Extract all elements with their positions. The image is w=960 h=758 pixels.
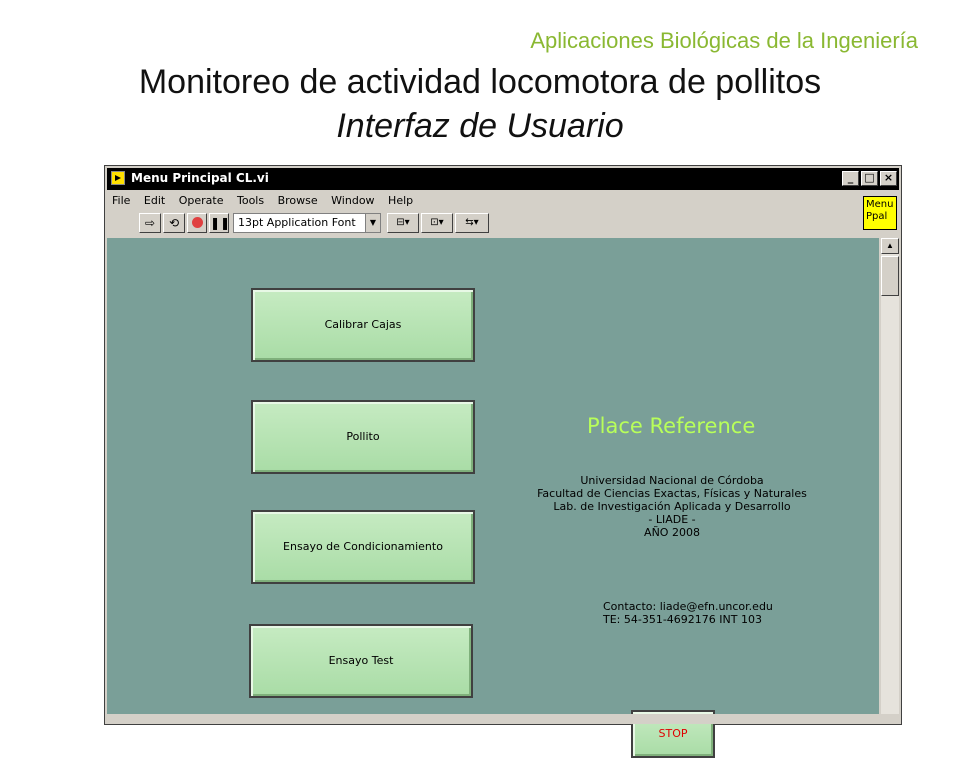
slide-title-line1: Monitoreo de actividad locomotora de pol… [138,63,822,101]
app-window: Menu Principal CL.vi _ □ × File Edit Ope… [104,165,902,758]
slide-title-line2: Interfaz de Usuario [336,107,624,145]
abort-icon[interactable] [187,213,207,233]
menu-file[interactable]: File [112,194,130,207]
contact-info: Contacto: liade@efn.uncor.edu TE: 54-351… [603,600,773,626]
front-panel: Calibrar Cajas Pollito Ensayo de Condici… [107,238,879,758]
menu-bar: File Edit Operate Tools Browse Window He… [107,192,859,210]
info-line: AÑO 2008 [644,526,700,539]
menu-ppal-icon[interactable]: Menu Ppal [863,196,897,230]
menu-edit[interactable]: Edit [144,194,165,207]
info-line: Lab. de Investigación Aplicada y Desarro… [553,500,791,513]
close-button[interactable]: × [880,171,897,186]
place-reference-label: Place Reference [587,414,756,438]
slide-title: Monitoreo de actividad locomotora de pol… [0,60,960,148]
distribute-objects-icon[interactable]: ⊡▾ [421,213,453,233]
minimize-button[interactable]: _ [842,171,859,186]
institution-info: Universidad Nacional de Córdoba Facultad… [527,474,817,539]
info-line: - LIADE - [648,513,696,526]
info-line: Universidad Nacional de Córdoba [580,474,764,487]
align-objects-icon[interactable]: ⊟▾ [387,213,419,233]
info-line: Facultad de Ciencias Exactas, Físicas y … [537,487,807,500]
ensayo-condicionamiento-button[interactable]: Ensayo de Condicionamiento [251,510,475,584]
window-title: Menu Principal CL.vi [131,171,269,185]
horizontal-scrollbar[interactable] [107,714,899,724]
ensayo-test-button[interactable]: Ensayo Test [249,624,473,698]
menu-operate[interactable]: Operate [179,194,224,207]
contact-line: Contacto: liade@efn.uncor.edu [603,600,773,613]
pollito-button[interactable]: Pollito [251,400,475,474]
chevron-down-icon: ▼ [365,214,380,232]
font-select-value: 13pt Application Font [238,216,356,229]
run-continuously-icon[interactable]: ⟲ [163,213,185,233]
reorder-objects-icon[interactable]: ⇆▾ [455,213,489,233]
pause-icon[interactable]: ❚❚ [209,213,230,233]
contact-line: TE: 54-351-4692176 INT 103 [603,613,762,626]
menu-tools[interactable]: Tools [237,194,264,207]
scroll-up-arrow-icon[interactable]: ▲ [881,238,899,254]
menu-help[interactable]: Help [388,194,413,207]
menu-window[interactable]: Window [331,194,374,207]
slide-top-label: Aplicaciones Biológicas de la Ingeniería [530,28,918,53]
calibrar-cajas-button[interactable]: Calibrar Cajas [251,288,475,362]
toolbar: ⇨ ⟲ ❚❚ 13pt Application Font ▼ ⊟▾ ⊡▾ ⇆▾ [107,211,859,237]
scroll-thumb[interactable] [881,256,899,296]
window-titlebar[interactable]: Menu Principal CL.vi _ □ × [107,168,899,190]
run-arrow-icon[interactable]: ⇨ [139,213,161,233]
menu-browse[interactable]: Browse [278,194,318,207]
labview-vi-icon [111,171,125,185]
vertical-scrollbar[interactable]: ▲ [881,238,899,714]
font-select[interactable]: 13pt Application Font ▼ [233,213,381,233]
maximize-button[interactable]: □ [861,171,878,186]
